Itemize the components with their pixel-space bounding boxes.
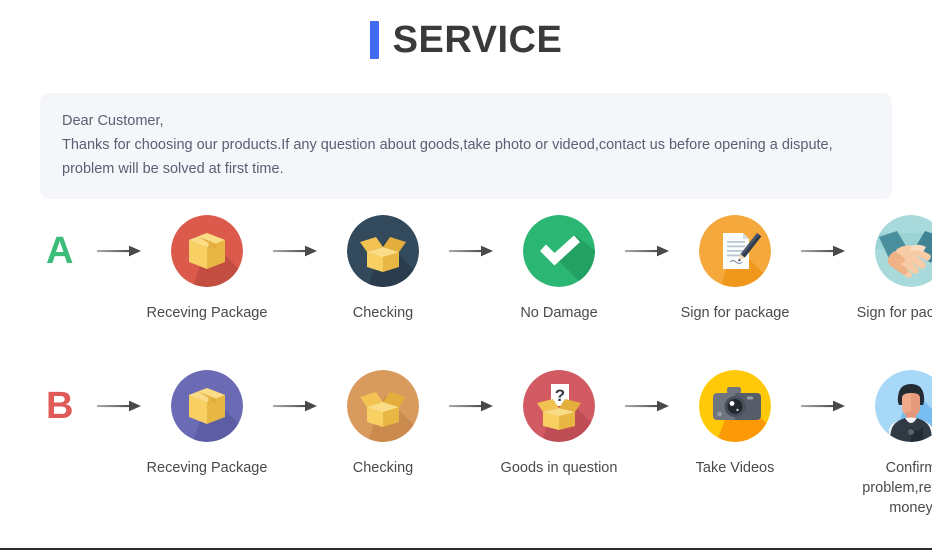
arrow-right-icon (268, 205, 322, 297)
package-box-icon (171, 370, 243, 442)
flow-step-label: Sign for package (856, 305, 932, 321)
flow-step[interactable]: Confirm problem,refund money (850, 360, 932, 518)
flow-step-label: Checking (352, 305, 414, 321)
notice-line-closing: problem will be solved at first time. (62, 161, 284, 177)
arrow-right-icon (444, 205, 498, 297)
arrow-right-icon (620, 360, 674, 452)
flow-step[interactable]: Receving Package (146, 205, 268, 323)
page-title: SERVICE (0, 0, 932, 61)
notice-line-body: Thanks for choosing our products.If any … (62, 137, 833, 153)
flow-step-label: Confirm problem,refund money (862, 460, 932, 516)
service-flow-container: A Receving Package Checking No Damage Si… (0, 205, 932, 518)
document-pen-icon (699, 215, 771, 287)
flow-step[interactable]: Take Videos (674, 360, 796, 478)
package-box-icon (171, 215, 243, 287)
arrow-right-icon (444, 360, 498, 452)
arrow-right-icon (796, 360, 850, 452)
flow-step[interactable]: Checking (322, 360, 444, 478)
handshake-icon (875, 215, 932, 287)
arrow-right-icon (92, 360, 146, 452)
notice-line-greeting: Dear Customer, (62, 113, 164, 129)
flow-row-a: A Receving Package Checking No Damage Si… (0, 205, 932, 360)
support-person-icon (875, 370, 932, 442)
open-box-icon (347, 215, 419, 287)
customer-notice: Dear Customer, Thanks for choosing our p… (40, 93, 892, 199)
title-label: SERVICE (392, 19, 563, 61)
arrow-right-icon (268, 360, 322, 452)
question-box-icon: ? (523, 370, 595, 442)
flow-step[interactable]: Sign for package (850, 205, 932, 323)
arrow-right-icon (620, 205, 674, 297)
flow-step-label: No Damage (520, 305, 598, 321)
flow-step-label: Receving Package (146, 305, 268, 321)
flow-step-label: Receving Package (146, 460, 268, 476)
arrow-right-icon (92, 205, 146, 297)
flow-row-b: B Receving Package Checking ? Goods in q… (0, 360, 932, 518)
title-accent-bar (369, 21, 379, 59)
open-box-icon (347, 370, 419, 442)
flow-step-label: Take Videos (695, 460, 775, 476)
flow-step-label: Sign for package (680, 305, 790, 321)
flow-step[interactable]: Checking (322, 205, 444, 323)
flow-label-b: B (46, 385, 74, 427)
flow-label-a: A (46, 230, 74, 272)
arrow-right-icon (796, 205, 850, 297)
flow-step[interactable]: ? Goods in question (498, 360, 620, 478)
flow-step-label: Checking (352, 460, 414, 476)
check-mark-icon (523, 215, 595, 287)
camera-icon (699, 370, 771, 442)
flow-step[interactable]: Sign for package (674, 205, 796, 323)
flow-step[interactable]: No Damage (498, 205, 620, 323)
flow-step-label: Goods in question (500, 460, 618, 476)
flow-step[interactable]: Receving Package (146, 360, 268, 478)
